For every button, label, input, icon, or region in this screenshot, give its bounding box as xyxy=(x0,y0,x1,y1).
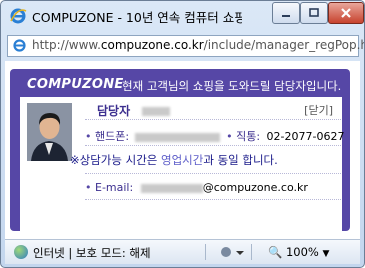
status-bar: 인터넷 | 보호 모드: 해제 🔍 100% ▼ xyxy=(5,239,360,264)
email-row: • E-mail: @compuzone.co.kr xyxy=(85,181,308,194)
ie-icon xyxy=(10,8,27,24)
popup-header: COMPUZONE 현재 고객님의 쇼핑을 도와드릴 담당자입니다. xyxy=(15,74,345,96)
notice-highlight: 영업시간 xyxy=(161,153,204,167)
divider xyxy=(85,173,341,174)
divider xyxy=(85,199,341,200)
url-text: http://www.compuzone.co.kr/include/manag… xyxy=(32,38,364,52)
email-label: E-mail: xyxy=(95,181,134,194)
separator xyxy=(251,244,252,260)
phone-label: 직통: xyxy=(236,130,261,143)
handphone-label: 핸드폰: xyxy=(95,130,130,143)
chevron-down-icon: ▼ xyxy=(322,249,330,259)
close-button[interactable] xyxy=(328,2,364,24)
maximize-button[interactable] xyxy=(300,2,328,24)
person-photo-icon xyxy=(27,103,72,161)
minimize-button[interactable] xyxy=(272,2,300,24)
zoom-control[interactable]: 🔍 100% ▼ xyxy=(268,245,329,259)
redacted-email-user xyxy=(140,183,203,193)
manager-card: 담당자 [닫기] • 핸드폰: • 직통: 02-2077-0627 ※상담가능… xyxy=(20,97,344,235)
close-link[interactable]: [닫기] xyxy=(304,102,333,118)
phone-row: • 핸드폰: • 직통: 02-2077-0627 xyxy=(85,128,344,144)
divider xyxy=(85,145,341,146)
email-domain: @compuzone.co.kr xyxy=(202,181,308,194)
phone-value: 02-2077-0627 xyxy=(266,130,345,143)
consult-hours-notice: ※상담가능 시간은 영업시간과 동일 합니다. xyxy=(70,152,278,168)
page-icon xyxy=(13,39,26,52)
redacted-name xyxy=(142,107,171,116)
url-domain: compuzone.co.kr xyxy=(100,38,204,52)
header-text: 현재 고객님의 쇼핑을 도와드릴 담당자입니다. xyxy=(122,79,342,93)
zoom-icon: 🔍 xyxy=(268,245,283,259)
browser-window: COMPUZONE - 10년 연속 컴퓨터 쇼핑... http://www.… xyxy=(0,0,365,268)
separator xyxy=(205,244,206,260)
redacted-handphone xyxy=(134,132,220,142)
protected-mode-icon[interactable] xyxy=(218,244,246,260)
address-bar[interactable]: http://www.compuzone.co.kr/include/manag… xyxy=(7,35,364,57)
divider xyxy=(85,119,341,120)
compuzone-logo: COMPUZONE xyxy=(27,77,124,92)
bullet-icon: • xyxy=(85,181,92,194)
minimize-icon xyxy=(282,15,290,17)
manager-photo xyxy=(27,103,72,161)
zoom-level: 100% xyxy=(285,245,319,259)
window-title: COMPUZONE - 10년 연속 컴퓨터 쇼핑... xyxy=(32,10,242,25)
globe-icon xyxy=(14,245,28,259)
notice-suffix: 과 동일 합니다. xyxy=(203,153,278,167)
title-bar: COMPUZONE - 10년 연속 컴퓨터 쇼핑... xyxy=(1,1,364,32)
bullet-icon: • xyxy=(226,130,233,143)
manager-name: 담당자 xyxy=(97,102,171,119)
manager-role-label: 담당자 xyxy=(97,104,131,118)
bullet-icon: • xyxy=(85,130,92,143)
url-prefix: http://www. xyxy=(32,38,101,52)
close-icon xyxy=(341,8,351,18)
maximize-icon xyxy=(309,8,319,17)
page-content: COMPUZONE 현재 고객님의 쇼핑을 도와드릴 담당자입니다. 담당자 [… xyxy=(5,61,360,239)
notice-prefix: ※상담가능 시간은 xyxy=(70,153,162,167)
security-zone[interactable]: 인터넷 | 보호 모드: 해제 xyxy=(33,245,151,261)
url-path: /include/manager_regPop.htm xyxy=(203,38,364,52)
